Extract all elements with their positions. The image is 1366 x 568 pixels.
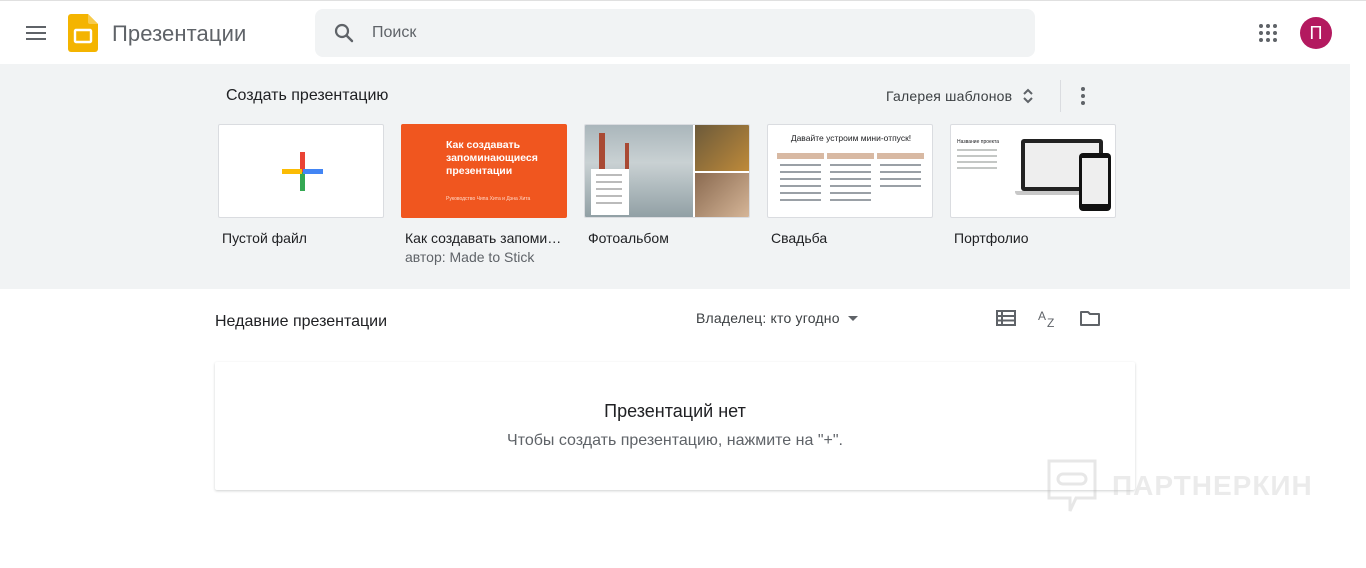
search-input[interactable] [372, 24, 972, 42]
template-wedding[interactable]: Давайте устроим мини-отпуск! Свадьба [767, 124, 933, 246]
plus-icon [282, 152, 323, 191]
template-thumbnail[interactable]: Название проекта [950, 124, 1116, 218]
template-author: автор: Made to Stick [405, 249, 535, 265]
photo-image [695, 125, 749, 171]
template-thumbnail[interactable]: Давайте устроим мини-отпуск! [767, 124, 933, 218]
thumb-column [777, 153, 824, 211]
template-name: Свадьба [771, 230, 828, 246]
gallery-toggle-label: Галерея шаблонов [886, 88, 1013, 104]
account-avatar[interactable]: П [1300, 17, 1332, 49]
list-view-icon[interactable] [992, 304, 1020, 332]
unfold-icon [1023, 88, 1033, 104]
phone-image [1079, 153, 1111, 211]
gallery-title: Создать презентацию [226, 87, 389, 104]
template-made-to-stick[interactable]: Как создавать запоминающиеся презентации… [401, 124, 567, 265]
owner-filter-label: Владелец: кто угодно [696, 310, 840, 326]
empty-state-title: Презентаций нет [604, 401, 746, 421]
thumb-title: Как создавать запоминающиеся презентации [446, 139, 538, 177]
sort-az-icon[interactable]: A Z [1034, 304, 1062, 332]
svg-text:Z: Z [1047, 316, 1054, 328]
folder-icon[interactable] [1076, 304, 1104, 332]
slides-logo-icon[interactable] [68, 14, 98, 52]
more-options-icon[interactable] [1071, 80, 1095, 112]
thumb-column [877, 153, 924, 211]
apps-grid-icon[interactable] [1248, 13, 1288, 53]
photo-image [695, 173, 749, 217]
template-blank[interactable]: Пустой файл [218, 124, 384, 246]
template-thumbnail[interactable]: Как создавать запоминающиеся презентации… [401, 124, 567, 218]
watermark-logo-icon [1047, 459, 1097, 512]
template-gallery: Создать презентацию Галерея шаблонов Пус… [0, 64, 1350, 289]
template-name: Пустой файл [222, 230, 307, 246]
thumb-column [827, 153, 874, 211]
top-app-bar: Презентации П [0, 0, 1366, 64]
template-thumbnail[interactable] [584, 124, 750, 218]
thumb-text: Название проекта [957, 139, 1003, 169]
dropdown-arrow-icon [847, 315, 858, 321]
template-photo-album[interactable]: Фотоальбом [584, 124, 750, 246]
app-title[interactable]: Презентации [112, 21, 246, 47]
template-name: Как создавать запоминающиеся презентации [405, 230, 563, 246]
empty-state-subtitle: Чтобы создать презентацию, нажмите на "+… [507, 432, 843, 449]
template-gallery-toggle[interactable]: Галерея шаблонов [886, 87, 1034, 105]
photo-caption [591, 169, 629, 215]
template-portfolio[interactable]: Название проекта Портфолио [950, 124, 1116, 246]
divider [1060, 80, 1061, 112]
recent-presentations-title: Недавние презентации [215, 313, 388, 330]
search-bar[interactable] [315, 9, 1035, 57]
svg-text:A: A [1038, 309, 1046, 323]
hamburger-menu-icon[interactable] [16, 13, 56, 53]
owner-filter-dropdown[interactable]: Владелец: кто угодно [696, 310, 858, 326]
template-thumbnail[interactable] [218, 124, 384, 218]
search-icon[interactable] [332, 21, 356, 45]
thumb-subtitle: Руководство Чипа Хита и Дэна Хита [446, 196, 531, 202]
thumb-title: Давайте устроим мини-отпуск! [790, 133, 912, 143]
watermark-text: ПАРТНЕРКИН [1112, 470, 1313, 501]
template-name: Фотоальбом [588, 230, 669, 246]
empty-state-card: Презентаций нет Чтобы создать презентаци… [215, 362, 1135, 490]
watermark: ПАРТНЕРКИН [1046, 458, 1313, 514]
template-name: Портфолио [954, 230, 1029, 246]
